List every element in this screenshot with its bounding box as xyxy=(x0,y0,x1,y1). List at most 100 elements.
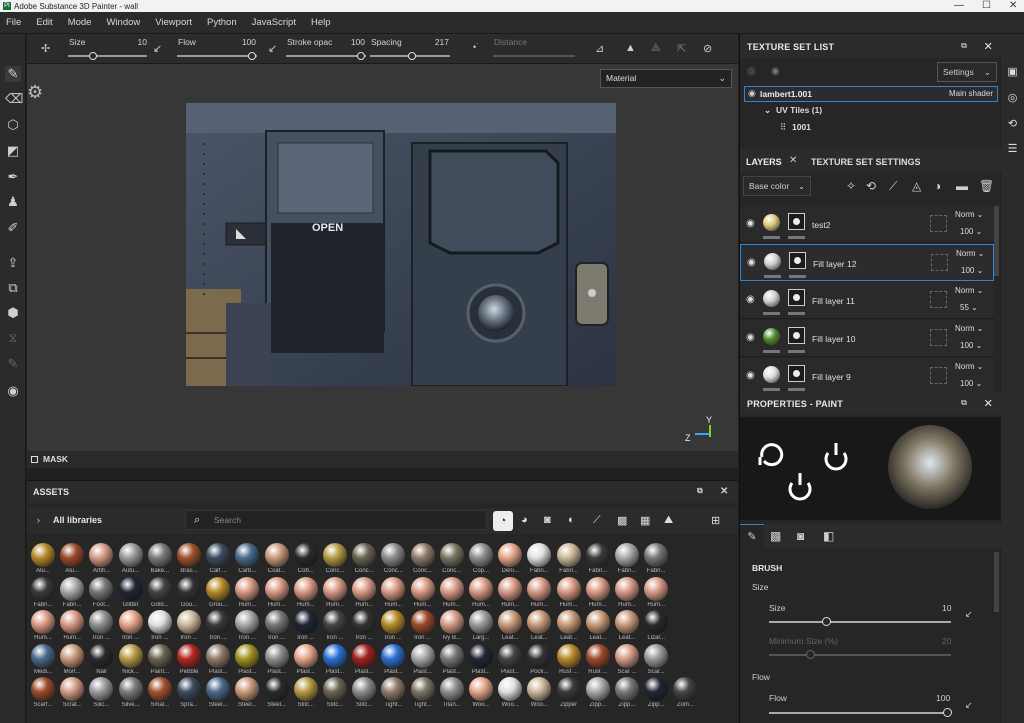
flow-pen-pressure-icon[interactable]: ↙ xyxy=(268,42,277,55)
stroke-opacity-knob[interactable] xyxy=(357,52,365,60)
layer-name[interactable]: Fill layer 9 xyxy=(812,372,851,382)
material-thumbnail[interactable] xyxy=(469,643,493,668)
material-thumbnail[interactable] xyxy=(293,643,318,668)
material-thumbnail[interactable] xyxy=(556,576,581,601)
material-thumbnail[interactable] xyxy=(498,576,523,601)
measure-icon[interactable]: ⧖ xyxy=(5,330,21,346)
material-thumbnail[interactable] xyxy=(89,643,114,668)
material-thumbnail[interactable] xyxy=(118,543,143,567)
menu-viewport[interactable]: Viewport xyxy=(155,17,192,28)
geometry-icon[interactable]: ⧉ xyxy=(5,280,21,296)
layer-blend-mode[interactable]: Norm ⌄ xyxy=(955,324,984,333)
material-thumbnail[interactable] xyxy=(410,643,435,668)
spacing-slider-knob[interactable] xyxy=(408,52,416,60)
material-thumbnail[interactable] xyxy=(352,543,377,567)
filter-environments-icon[interactable]: ⛰ xyxy=(664,514,673,527)
layer-name[interactable]: Fill layer 11 xyxy=(812,296,855,306)
layer-mask-thumbnail[interactable] xyxy=(789,252,806,269)
library-name[interactable]: All libraries xyxy=(53,515,102,525)
material-thumbnail[interactable] xyxy=(498,610,523,634)
size-pen-pressure-icon[interactable]: ↙ xyxy=(153,42,162,55)
material-thumbnail[interactable] xyxy=(147,610,172,634)
material-thumbnail[interactable] xyxy=(31,543,55,567)
flow-slider-knob[interactable] xyxy=(248,52,256,60)
distance-slider[interactable] xyxy=(493,55,575,57)
material-thumbnail[interactable] xyxy=(31,610,55,634)
add-mask-icon[interactable]: ◑ xyxy=(934,179,941,193)
material-thumbnail[interactable] xyxy=(381,677,406,701)
material-thumbnail[interactable] xyxy=(498,643,523,668)
material-thumbnail[interactable] xyxy=(469,576,493,601)
material-thumbnail[interactable] xyxy=(60,643,85,668)
material-thumbnail[interactable] xyxy=(235,610,260,634)
material-thumbnail[interactable] xyxy=(439,610,464,634)
material-thumbnail[interactable] xyxy=(177,677,201,701)
material-thumbnail[interactable] xyxy=(147,677,172,701)
material-thumbnail[interactable] xyxy=(177,643,201,668)
paint-brush-icon[interactable]: ✎ xyxy=(5,66,21,82)
material-thumbnail[interactable] xyxy=(293,677,318,701)
material-thumbnail[interactable] xyxy=(89,677,114,701)
material-thumbnail[interactable] xyxy=(147,576,172,601)
log-icon[interactable]: ☰ xyxy=(1006,143,1019,156)
material-thumbnail[interactable] xyxy=(673,677,698,701)
spacing-value[interactable]: 217 xyxy=(425,37,449,47)
add-folder-icon[interactable]: ▬ xyxy=(956,179,968,193)
material-thumbnail[interactable] xyxy=(89,576,114,601)
material-thumbnail[interactable] xyxy=(615,576,639,601)
material-thumbnail[interactable] xyxy=(177,610,201,634)
texture-preview[interactable]: OPEN xyxy=(186,103,616,386)
material-thumbnail[interactable] xyxy=(644,610,669,634)
material-thumbnail[interactable] xyxy=(585,576,610,601)
material-thumbnail[interactable] xyxy=(381,543,406,567)
material-thumbnail[interactable] xyxy=(439,543,464,567)
material-thumbnail[interactable] xyxy=(118,677,143,701)
material-thumbnail[interactable] xyxy=(206,677,231,701)
size-slider[interactable] xyxy=(769,621,951,623)
stroke-opacity-value[interactable]: 100 xyxy=(343,37,365,47)
lazy-mouse-icon[interactable]: •˙ xyxy=(473,42,479,52)
material-thumbnail[interactable] xyxy=(527,610,552,634)
add-paint-layer-icon[interactable]: ⟋ xyxy=(889,179,897,194)
settings-dropdown[interactable]: Settings ⌄ xyxy=(937,62,997,82)
tab-texture-set-settings[interactable]: TEXTURE SET SETTINGS xyxy=(811,157,921,167)
viewport-mode-dropdown[interactable]: Material ⌄ xyxy=(600,69,732,88)
undock-icon[interactable]: ⧉ xyxy=(961,398,967,408)
material-thumbnail[interactable] xyxy=(235,543,260,567)
material-thumbnail[interactable] xyxy=(118,610,143,634)
layer-mask-thumbnail[interactable] xyxy=(788,327,805,344)
material-thumbnail[interactable] xyxy=(293,576,318,601)
material-thumbnail[interactable] xyxy=(439,643,464,668)
pen-pressure-icon[interactable]: ↙ xyxy=(965,700,973,711)
material-thumbnail[interactable] xyxy=(352,610,377,634)
material-thumbnail[interactable] xyxy=(177,543,201,567)
material-thumbnail[interactable] xyxy=(381,643,406,668)
material-thumbnail[interactable] xyxy=(615,543,639,567)
material-thumbnail[interactable] xyxy=(556,610,581,634)
add-effect-icon[interactable]: ✧ xyxy=(846,179,856,193)
material-thumbnail[interactable] xyxy=(498,677,523,701)
color-picker-icon[interactable]: ✐ xyxy=(5,220,21,236)
material-thumbnail[interactable] xyxy=(323,610,347,634)
material-thumbnail[interactable] xyxy=(644,576,669,601)
material-thumbnail[interactable] xyxy=(615,677,639,701)
material-thumbnail[interactable] xyxy=(235,576,260,601)
material-thumbnail[interactable] xyxy=(556,643,581,668)
menu-help[interactable]: Help xyxy=(311,17,331,28)
material-thumbnail[interactable] xyxy=(206,610,231,634)
menu-window[interactable]: Window xyxy=(106,17,140,28)
flow-slider-knob[interactable] xyxy=(943,708,952,717)
material-thumbnail[interactable] xyxy=(235,677,260,701)
layer-blend-mode[interactable]: Norm ⌄ xyxy=(955,210,984,219)
stroke-opacity-slider[interactable] xyxy=(286,55,366,57)
smudge-icon[interactable]: ✒ xyxy=(5,169,21,185)
material-thumbnail[interactable] xyxy=(527,643,552,668)
chevron-down-icon[interactable]: ⌄ xyxy=(764,105,771,116)
undock-icon[interactable]: ⧉ xyxy=(697,486,703,496)
layer-row[interactable]: ◉ Fill layer 12 Norm ⌄ 100 ⌄ xyxy=(740,244,994,281)
hide-icon[interactable]: ◎ xyxy=(747,66,756,77)
material-thumbnail[interactable] xyxy=(498,543,523,567)
uv-tile-1001[interactable]: 1001 xyxy=(792,122,811,132)
polygon-fill-icon[interactable]: ◩ xyxy=(5,143,21,159)
tab-layers[interactable]: LAYERS xyxy=(746,157,782,167)
